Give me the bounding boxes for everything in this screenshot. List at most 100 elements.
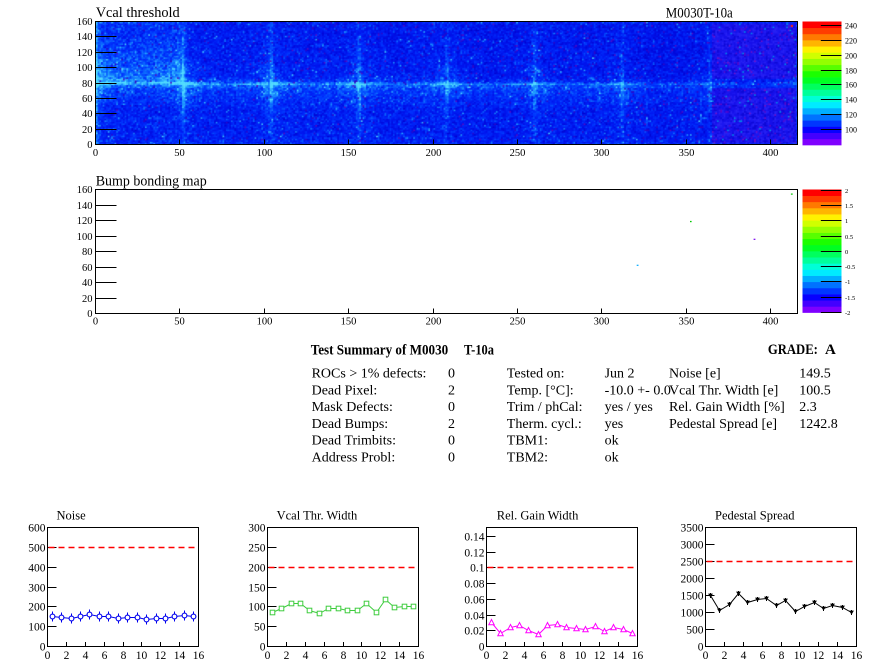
svg-text:8: 8 xyxy=(341,650,347,662)
svg-text:2: 2 xyxy=(448,417,455,432)
svg-text:Noise [e]: Noise [e] xyxy=(669,367,721,382)
svg-text:160: 160 xyxy=(77,17,93,28)
svg-text:1500: 1500 xyxy=(681,591,704,603)
svg-text:4: 4 xyxy=(83,650,89,662)
svg-text:4: 4 xyxy=(522,650,528,662)
svg-text:300: 300 xyxy=(594,316,610,327)
svg-text:2: 2 xyxy=(64,650,70,662)
svg-text:Therm. cycl.:: Therm. cycl.: xyxy=(507,417,582,432)
svg-text:150: 150 xyxy=(341,316,357,327)
svg-text:8: 8 xyxy=(121,650,127,662)
svg-text:6: 6 xyxy=(102,650,108,662)
svg-text:Trim / phCal:: Trim / phCal: xyxy=(507,400,583,415)
svg-text:500: 500 xyxy=(28,543,46,555)
svg-text:100: 100 xyxy=(28,622,46,634)
svg-text:-1.5: -1.5 xyxy=(845,295,855,302)
svg-text:10: 10 xyxy=(356,650,368,662)
svg-text:100: 100 xyxy=(257,148,273,159)
svg-text:10: 10 xyxy=(794,650,806,662)
svg-text:Bump bonding map: Bump bonding map xyxy=(96,174,207,190)
svg-text:400: 400 xyxy=(28,563,46,575)
svg-text:80: 80 xyxy=(82,247,93,258)
svg-text:0: 0 xyxy=(448,451,455,466)
svg-text:2: 2 xyxy=(845,188,848,195)
svg-text:100: 100 xyxy=(77,232,93,243)
svg-text:50: 50 xyxy=(254,622,266,634)
svg-text:0.1: 0.1 xyxy=(470,563,485,575)
svg-text:4: 4 xyxy=(303,650,309,662)
svg-text:T-10a: T-10a xyxy=(464,343,494,359)
svg-text:20: 20 xyxy=(82,125,93,136)
svg-text:20: 20 xyxy=(82,294,93,305)
svg-text:0: 0 xyxy=(703,650,709,662)
svg-text:200: 200 xyxy=(845,51,857,60)
svg-text:0: 0 xyxy=(87,140,92,151)
svg-text:100: 100 xyxy=(845,125,857,134)
svg-text:1242.8: 1242.8 xyxy=(799,417,838,432)
svg-text:100: 100 xyxy=(248,602,266,614)
svg-text:0: 0 xyxy=(448,400,455,415)
svg-text:14: 14 xyxy=(613,650,625,662)
svg-text:120: 120 xyxy=(845,110,857,119)
svg-text:200: 200 xyxy=(426,316,442,327)
svg-text:300: 300 xyxy=(28,583,46,595)
svg-text:200: 200 xyxy=(248,563,266,575)
svg-text:0: 0 xyxy=(87,309,92,320)
svg-text:0: 0 xyxy=(45,650,51,662)
svg-text:-10.0 +- 0.0: -10.0 +- 0.0 xyxy=(605,383,671,398)
svg-text:2000: 2000 xyxy=(681,574,704,586)
svg-text:40: 40 xyxy=(82,278,93,289)
svg-text:3500: 3500 xyxy=(681,523,704,535)
svg-text:240: 240 xyxy=(845,21,857,30)
svg-text:6: 6 xyxy=(541,650,547,662)
svg-text:A: A xyxy=(825,342,836,358)
svg-text:0: 0 xyxy=(265,650,271,662)
svg-text:Test Summary of M0030: Test Summary of M0030 xyxy=(311,343,449,359)
svg-text:149.5: 149.5 xyxy=(799,367,831,382)
svg-text:350: 350 xyxy=(679,316,695,327)
svg-text:GRADE:: GRADE: xyxy=(768,342,818,358)
svg-text:350: 350 xyxy=(679,148,695,159)
svg-text:TBM2:: TBM2: xyxy=(507,451,548,466)
svg-text:80: 80 xyxy=(82,79,93,90)
svg-text:Address Probl:: Address Probl: xyxy=(312,451,396,466)
svg-text:200: 200 xyxy=(426,148,442,159)
svg-text:2500: 2500 xyxy=(681,557,704,569)
svg-text:150: 150 xyxy=(341,148,357,159)
svg-text:-1: -1 xyxy=(845,279,850,286)
svg-text:150: 150 xyxy=(248,583,266,595)
svg-text:4: 4 xyxy=(741,650,747,662)
svg-text:Rel. Gain Width: Rel. Gain Width xyxy=(497,509,579,523)
svg-text:160: 160 xyxy=(845,80,857,89)
svg-text:Vcal threshold: Vcal threshold xyxy=(96,5,181,21)
svg-text:250: 250 xyxy=(248,543,266,555)
svg-text:Pedestal Spread: Pedestal Spread xyxy=(715,509,795,523)
svg-text:120: 120 xyxy=(77,216,93,227)
svg-text:12: 12 xyxy=(813,650,825,662)
svg-text:0.14: 0.14 xyxy=(464,532,484,544)
svg-text:14: 14 xyxy=(174,650,186,662)
svg-text:2: 2 xyxy=(503,650,509,662)
svg-text:0.12: 0.12 xyxy=(464,548,484,560)
svg-text:ok: ok xyxy=(605,434,619,449)
svg-text:Jun 2: Jun 2 xyxy=(605,367,635,382)
svg-text:Dead Bumps:: Dead Bumps: xyxy=(312,417,389,432)
svg-text:1000: 1000 xyxy=(681,608,704,620)
svg-text:Dead Pixel:: Dead Pixel: xyxy=(312,383,378,398)
svg-text:40: 40 xyxy=(82,109,93,120)
svg-text:M0030T-10a: M0030T-10a xyxy=(666,6,733,22)
svg-text:140: 140 xyxy=(77,32,93,43)
svg-text:140: 140 xyxy=(77,201,93,212)
svg-text:300: 300 xyxy=(248,523,266,535)
svg-text:0: 0 xyxy=(448,434,455,449)
svg-text:ok: ok xyxy=(605,451,619,466)
svg-text:100: 100 xyxy=(257,316,273,327)
svg-text:0.5: 0.5 xyxy=(845,234,853,241)
svg-text:Mask Defects:: Mask Defects: xyxy=(312,400,393,415)
svg-text:2: 2 xyxy=(448,383,455,398)
svg-text:6: 6 xyxy=(322,650,328,662)
svg-text:14: 14 xyxy=(394,650,406,662)
svg-text:60: 60 xyxy=(82,263,93,274)
svg-text:250: 250 xyxy=(510,148,526,159)
svg-text:10: 10 xyxy=(136,650,148,662)
